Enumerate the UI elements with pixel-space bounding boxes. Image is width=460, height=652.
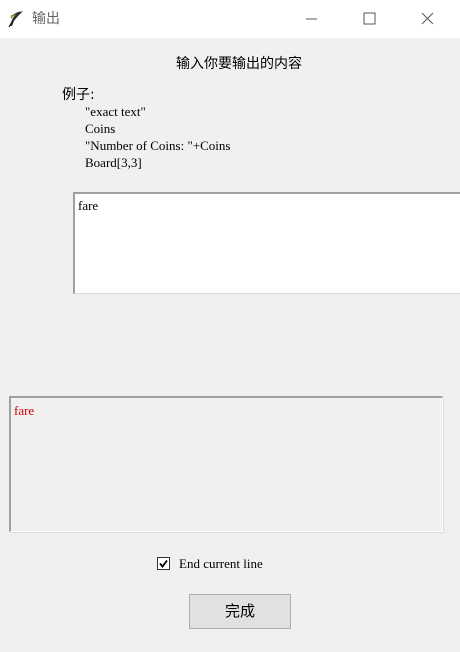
minimize-icon bbox=[306, 18, 317, 20]
window-title: 输出 bbox=[32, 11, 60, 27]
output-preview: fare bbox=[9, 396, 443, 532]
example-line: Board[3,3] bbox=[85, 155, 142, 170]
done-button[interactable]: 完成 bbox=[189, 594, 291, 629]
output-text-value: fare bbox=[78, 198, 99, 213]
minimize-button[interactable] bbox=[288, 0, 334, 38]
end-current-line-label[interactable]: End current line bbox=[179, 556, 263, 572]
output-preview-text: fare bbox=[14, 403, 35, 418]
end-current-line-checkbox[interactable] bbox=[157, 557, 170, 570]
close-icon bbox=[421, 12, 434, 25]
checkmark-icon bbox=[159, 559, 168, 568]
dialog-heading: 输入你要输出的内容 bbox=[176, 56, 302, 72]
maximize-button[interactable] bbox=[346, 0, 392, 38]
example-line: Coins bbox=[85, 121, 116, 136]
example-line: "exact text" bbox=[85, 104, 146, 119]
close-button[interactable] bbox=[404, 0, 450, 38]
feather-quill-icon bbox=[6, 9, 26, 29]
output-text-input[interactable]: fare bbox=[73, 192, 460, 294]
maximize-icon bbox=[363, 12, 376, 25]
example-line: "Number of Coins: "+Coins bbox=[85, 138, 231, 153]
example-label: 例子: bbox=[62, 87, 95, 103]
title-bar: 输出 bbox=[0, 0, 460, 38]
